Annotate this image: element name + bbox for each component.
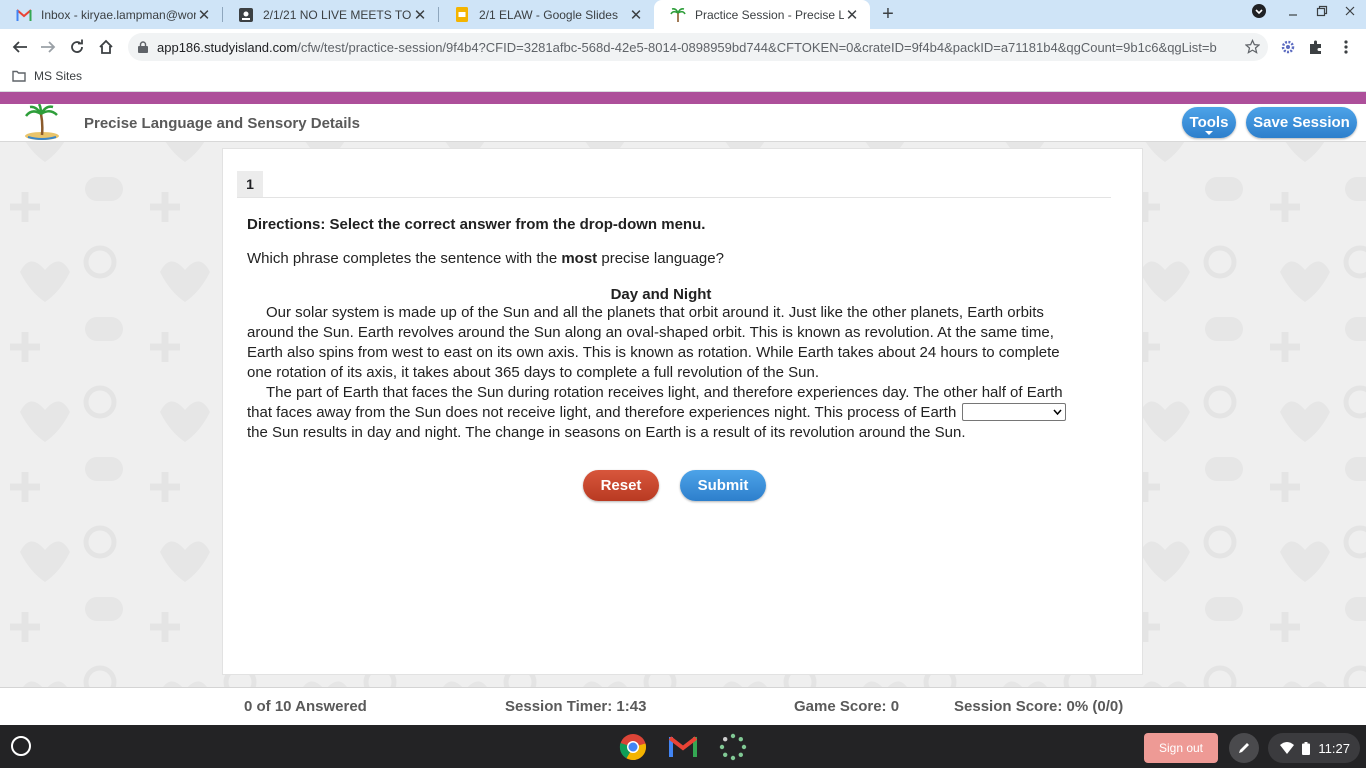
classroom-icon [238,7,254,23]
bookmark-folder-ms-sites[interactable]: MS Sites [12,69,82,83]
chevron-down-icon [1053,409,1062,416]
clock-time: 11:27 [1318,740,1350,756]
tab-title: 2/1 ELAW - Google Slides [479,7,618,22]
bookmark-star-icon[interactable] [1244,38,1261,57]
close-window-icon[interactable] [1340,4,1360,20]
address-bar[interactable]: app186.studyisland.com/cfw/test/practice… [128,33,1268,61]
new-tab-button[interactable]: + [876,3,900,25]
paragraph-text: the Sun results in day and night. The ch… [247,424,966,441]
loading-app-icon[interactable] [718,732,748,762]
tab-title: Inbox - kiryae.lampman@wordtc [41,7,196,22]
passage: Our solar system is made up of the Sun a… [247,303,1077,443]
folder-icon [12,70,26,82]
launcher-icon[interactable] [11,736,31,756]
home-button[interactable] [96,37,116,57]
tab-search-icon[interactable] [1249,4,1269,21]
close-icon[interactable]: ✕ [412,6,428,24]
gmail-app-icon[interactable] [668,732,698,762]
submit-button[interactable]: Submit [680,470,766,501]
question-card: 1 Directions: Select the correct answer … [222,148,1143,675]
restore-icon[interactable] [1312,4,1332,20]
session-status-bar: 0 of 10 Answered Session Timer: 1:43 Gam… [0,687,1366,725]
sign-out-button[interactable]: Sign out [1144,733,1218,763]
slides-icon [454,7,470,23]
bookmarks-bar: MS Sites [0,65,1366,92]
back-button[interactable] [10,37,30,57]
home-icon [99,39,113,54]
extensions-puzzle-icon[interactable] [1308,39,1324,58]
stylus-icon[interactable] [1229,733,1259,763]
tab-practice-session[interactable]: Practice Session - Precise Langu ✕ [654,0,870,29]
url-host: app186.studyisland.com [157,39,298,55]
divider [237,197,1111,198]
url-path: /cfw/test/practice-session/9f4b4?CFID=32… [297,39,1217,55]
prompt-emphasis: most [561,250,598,267]
back-arrow-icon [12,41,27,53]
save-session-label: Save Session [1253,114,1350,131]
reload-button[interactable] [67,37,87,57]
forward-button[interactable] [38,37,58,57]
minimize-icon[interactable] [1283,4,1303,20]
battery-icon [1302,741,1311,755]
chrome-app-icon[interactable] [618,732,648,762]
passage-title: Day and Night [610,286,712,303]
app-header: Precise Language and Sensory Details Too… [0,103,1366,145]
close-icon[interactable]: ✕ [196,6,212,24]
forward-arrow-icon [41,41,56,53]
sign-out-label: Sign out [1158,741,1204,755]
prompt-text: Which phrase completes the sentence with… [247,250,562,267]
browser-toolbar: app186.studyisland.com/cfw/test/practice… [0,29,1366,65]
close-icon[interactable]: ✕ [844,6,860,24]
save-session-button[interactable]: Save Session [1246,107,1357,138]
answered-count: 0 of 10 Answered [244,698,367,715]
lock-icon [138,41,148,53]
passage-paragraph: The part of Earth that faces the Sun dur… [247,383,1077,443]
study-island-logo[interactable] [22,103,62,145]
reset-label: Reset [600,477,642,494]
tools-label: Tools [1189,114,1229,131]
browser-menu-icon[interactable] [1339,39,1353,58]
page-title: Precise Language and Sensory Details [84,115,360,132]
directions: Directions: Select the correct answer fr… [247,216,706,233]
tab-title: 2/1/21 NO LIVE MEETS TODAY. V [263,7,412,22]
question-prompt: Which phrase completes the sentence with… [247,250,724,267]
studyisland-icon [670,7,686,23]
reload-icon [71,39,83,53]
game-score: Game Score: 0 [794,698,900,715]
tab-google-slides[interactable]: 2/1 ELAW - Google Slides ✕ [438,0,654,29]
caret-down-icon [1205,131,1213,135]
close-icon[interactable]: ✕ [628,6,644,24]
extension-gear-icon[interactable] [1280,39,1296,58]
session-score: Session Score: 0% (0/0) [954,698,1124,715]
paragraph-text: The part of Earth that faces the Sun dur… [247,384,1063,421]
tab-classroom[interactable]: 2/1/21 NO LIVE MEETS TODAY. V ✕ [222,0,438,29]
passage-paragraph: Our solar system is made up of the Sun a… [247,304,1060,381]
session-timer: Session Timer: 1:43 [505,698,647,715]
reset-button[interactable]: Reset [583,470,659,501]
bookmark-label: MS Sites [34,69,83,83]
wifi-icon [1280,742,1295,754]
page-content: Precise Language and Sensory Details Too… [0,92,1366,725]
browser-tab-strip: Inbox - kiryae.lampman@wordtc ✕ 2/1/21 N… [0,0,1366,29]
tab-gmail-inbox[interactable]: Inbox - kiryae.lampman@wordtc ✕ [0,0,222,29]
prompt-text: precise language? [597,250,724,267]
gmail-icon [16,7,32,23]
tools-button[interactable]: Tools [1182,107,1236,138]
os-shelf: Sign out 11:27 [0,725,1366,768]
accent-bar [0,92,1366,104]
submit-label: Submit [697,477,749,494]
status-tray[interactable]: 11:27 [1268,733,1360,763]
answer-dropdown[interactable] [962,403,1067,422]
tab-title: Practice Session - Precise Langu [695,7,844,22]
question-number: 1 [237,171,263,197]
